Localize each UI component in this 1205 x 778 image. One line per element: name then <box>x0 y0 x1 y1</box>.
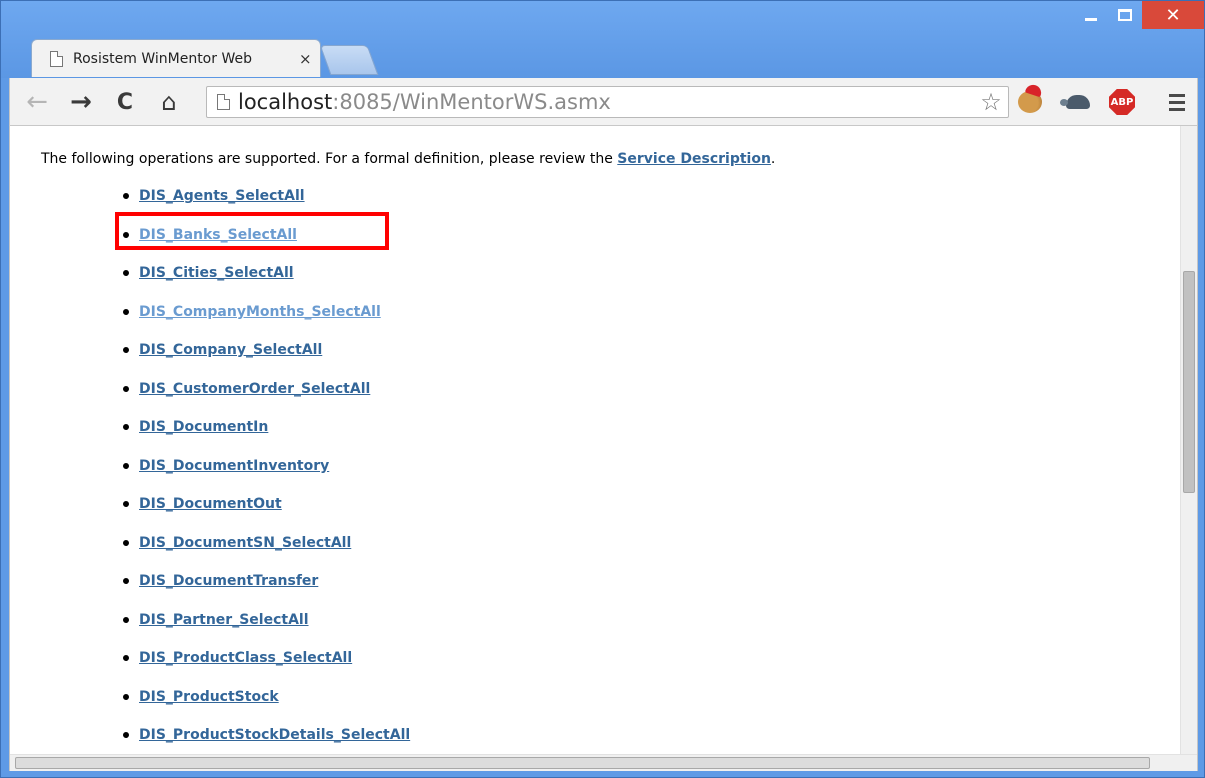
tab-title: Rosistem WinMentor Web <box>73 50 252 67</box>
home-button[interactable]: ⌂ <box>154 86 184 118</box>
operation-item: DIS_DocumentTransfer <box>123 562 1161 601</box>
bullet-icon <box>123 732 129 739</box>
operation-link[interactable]: DIS_ProductStockDetails_SelectAll <box>139 727 410 743</box>
new-tab-button[interactable] <box>319 45 379 75</box>
minimize-icon <box>1085 17 1097 21</box>
tab-strip: Rosistem WinMentor Web × ✕ <box>1 1 1204 78</box>
operation-item: DIS_DocumentOut <box>123 485 1161 524</box>
vertical-scroll-thumb[interactable] <box>1183 271 1195 493</box>
operation-item: DIS_CustomerOrder_SelectAll <box>123 370 1161 409</box>
bullet-icon <box>123 270 129 277</box>
operation-item: DIS_ProductClass_SelectAll <box>123 639 1161 678</box>
operation-item: DIS_ProductStock <box>123 678 1161 717</box>
operation-link[interactable]: DIS_DocumentTransfer <box>139 573 318 589</box>
turtle-graphic <box>1060 95 1090 109</box>
back-button[interactable]: ← <box>22 86 52 118</box>
reload-icon: C <box>116 89 134 115</box>
maximize-icon <box>1118 9 1132 21</box>
operation-link[interactable]: DIS_DocumentInventory <box>139 458 329 474</box>
close-icon: ✕ <box>1165 4 1181 26</box>
bullet-icon <box>123 616 129 623</box>
operations-list: DIS_Agents_SelectAll DIS_Banks_SelectAll D… <box>41 177 1161 755</box>
bullet-icon <box>123 193 129 200</box>
operation-link[interactable]: DIS_Partner_SelectAll <box>139 612 309 628</box>
operation-item: DIS_DocumentIn <box>123 408 1161 447</box>
operation-link[interactable]: DIS_ProductStock <box>139 689 279 705</box>
operation-link[interactable]: DIS_Cities_SelectAll <box>139 265 294 281</box>
horizontal-scroll-thumb[interactable] <box>15 757 1150 769</box>
bullet-icon <box>123 424 129 431</box>
operation-link[interactable]: DIS_DocumentIn <box>139 419 268 435</box>
minimize-button[interactable] <box>1074 1 1108 29</box>
menu-icon[interactable] <box>1165 90 1189 114</box>
maximize-button[interactable] <box>1108 1 1142 29</box>
page-viewport: The following operations are supported. … <box>9 126 1198 771</box>
url-host: localhost <box>238 90 333 114</box>
turtle-icon[interactable] <box>1060 88 1092 116</box>
highlight-box <box>115 212 389 250</box>
forward-arrow-icon: → <box>70 87 92 117</box>
bullet-icon <box>123 462 129 469</box>
operation-link[interactable]: DIS_CustomerOrder_SelectAll <box>139 381 370 397</box>
operation-link[interactable]: DIS_Agents_SelectAll <box>139 188 305 204</box>
bullet-icon <box>123 347 129 354</box>
horizontal-scrollbar[interactable] <box>10 754 1197 771</box>
forward-button[interactable]: → <box>66 86 96 118</box>
bookmark-star-icon[interactable]: ☆ <box>974 87 1008 117</box>
page-icon <box>50 50 63 67</box>
page-icon <box>217 94 230 110</box>
operation-link[interactable]: DIS_DocumentSN_SelectAll <box>139 535 351 551</box>
tab-winmentor[interactable]: Rosistem WinMentor Web × <box>31 39 321 77</box>
browser-window: Rosistem WinMentor Web × ✕ ← → C ⌂ local… <box>0 0 1205 778</box>
operation-item: DIS_DocumentInventory <box>123 447 1161 486</box>
operation-item: DIS_DocumentSN_SelectAll <box>123 524 1161 563</box>
intro-text: The following operations are supported. … <box>41 151 618 167</box>
bullet-icon <box>123 655 129 662</box>
cookie-santa-icon[interactable] <box>1016 88 1044 116</box>
service-description-link[interactable]: Service Description <box>617 151 771 167</box>
operation-item: DIS_Cities_SelectAll <box>123 254 1161 293</box>
adblock-plus-label: ABP <box>1109 89 1135 115</box>
bullet-icon <box>123 385 129 392</box>
operation-item: DIS_Agents_SelectAll <box>123 177 1161 216</box>
toolbar: ← → C ⌂ localhost :8085/WinMentorWS.asmx… <box>9 78 1198 126</box>
reload-button[interactable]: C <box>110 86 140 118</box>
operation-item: DIS_Company_SelectAll <box>123 331 1161 370</box>
operation-item: DIS_CompanyMonths_SelectAll <box>123 293 1161 332</box>
url-path: :8085/WinMentorWS.asmx <box>332 90 611 114</box>
operation-link[interactable]: DIS_DocumentOut <box>139 496 282 512</box>
bullet-icon <box>123 308 129 315</box>
address-bar[interactable]: localhost :8085/WinMentorWS.asmx ☆ <box>206 86 1009 118</box>
bullet-icon <box>123 501 129 508</box>
operation-item: DIS_ProductStockDetails_SelectAll <box>123 716 1161 755</box>
home-icon: ⌂ <box>161 88 177 116</box>
operation-item: DIS_Partner_SelectAll <box>123 601 1161 640</box>
vertical-scrollbar[interactable] <box>1180 126 1197 754</box>
cookie-santa-graphic <box>1018 91 1042 113</box>
bullet-icon <box>123 693 129 700</box>
close-button[interactable]: ✕ <box>1142 1 1204 29</box>
operation-link[interactable]: DIS_ProductClass_SelectAll <box>139 650 352 666</box>
bullet-icon <box>123 578 129 585</box>
operation-link[interactable]: DIS_CompanyMonths_SelectAll <box>139 304 381 320</box>
operation-link[interactable]: DIS_Company_SelectAll <box>139 342 322 358</box>
bullet-icon <box>123 539 129 546</box>
adblock-plus-icon[interactable]: ABP <box>1108 88 1136 116</box>
tab-close-icon[interactable]: × <box>299 50 312 68</box>
window-controls: ✕ <box>1074 1 1204 29</box>
intro-paragraph: The following operations are supported. … <box>41 149 1161 169</box>
intro-suffix: . <box>770 151 776 167</box>
back-arrow-icon: ← <box>26 87 48 117</box>
